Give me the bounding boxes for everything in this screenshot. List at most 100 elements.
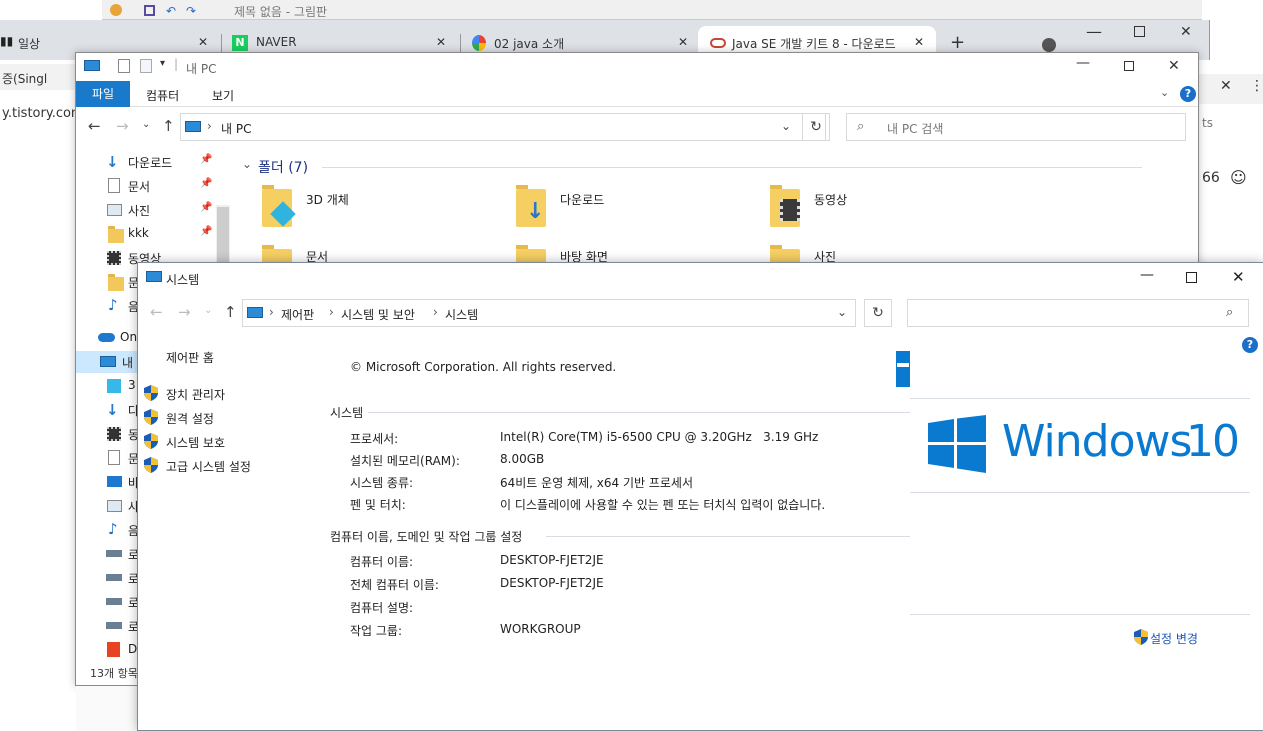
up-arrow-icon[interactable]: ↑ <box>224 303 237 321</box>
up-arrow-icon[interactable]: ↑ <box>162 117 175 135</box>
nav-item-kkk[interactable]: kkk 📌 <box>106 225 216 245</box>
copyright-text: © Microsoft Corporation. All rights rese… <box>350 360 617 374</box>
properties-icon[interactable] <box>118 59 130 73</box>
undo-icon[interactable]: ↶ <box>166 4 176 18</box>
explorer-address-bar[interactable]: › 내 PC ⌄ <box>180 113 826 141</box>
refresh-button[interactable]: ↻ <box>864 299 892 327</box>
section-header: 폴더 (7) <box>258 160 309 176</box>
drive-icon <box>106 598 122 605</box>
nav-item-downloads[interactable]: ↓ 다운로드 📌 <box>106 153 216 173</box>
forward-arrow-icon[interactable]: → <box>116 117 129 135</box>
ribbon-tab-computer[interactable]: 컴퓨터 <box>146 87 179 104</box>
quick-access-dropdown-icon[interactable]: ▾ <box>160 58 165 69</box>
edition-logo-fragment <box>896 351 910 387</box>
new-tab-button[interactable]: + <box>950 32 965 53</box>
close-icon[interactable]: ✕ <box>1232 268 1245 286</box>
background-paint-window: ↶ ↷ 제목 없음 - 그림판 <box>102 0 1202 20</box>
close-icon[interactable]: ✕ <box>1180 24 1192 40</box>
tab-search-icon[interactable] <box>1042 38 1056 52</box>
nav-scrollbar-thumb[interactable] <box>217 207 229 267</box>
maximize-icon[interactable] <box>1124 61 1134 71</box>
pictures-icon <box>107 204 122 216</box>
folder-item-downloads[interactable]: ↓ 다운로드 <box>510 183 710 231</box>
help-icon[interactable]: ? <box>1180 86 1196 102</box>
breadcrumb-system[interactable]: 시스템 <box>445 306 478 323</box>
search-icon: ⌕ <box>1226 305 1234 320</box>
computer-icon <box>100 356 116 367</box>
back-arrow-icon[interactable]: ← <box>150 303 163 321</box>
google-docs-icon <box>472 35 486 51</box>
computer-icon <box>185 121 201 132</box>
tab-close-icon[interactable]: ✕ <box>198 35 208 49</box>
sidebar-link-device-manager[interactable]: 장치 관리자 <box>144 385 314 403</box>
tab-label: NAVER <box>256 35 297 49</box>
ribbon-expand-icon[interactable]: ⌄ <box>1160 86 1169 99</box>
collapse-chevron-icon[interactable]: ⌄ <box>242 157 252 171</box>
system-search-input[interactable]: ⌕ <box>907 299 1249 327</box>
explorer-status: 13개 항목 <box>90 667 138 680</box>
recent-dropdown-icon[interactable]: ⌄ <box>142 119 150 130</box>
maximize-icon[interactable] <box>1134 26 1145 37</box>
tab-close-icon[interactable]: ✕ <box>914 35 924 49</box>
sidebar-link-advanced-settings[interactable]: 고급 시스템 설정 <box>144 457 314 475</box>
control-panel-home-link[interactable]: 제어판 홈 <box>166 349 214 366</box>
tab-favicon: ▮▮ <box>0 34 14 48</box>
folder-item-videos[interactable]: 동영상 <box>764 183 964 231</box>
breadcrumb-system-security[interactable]: 시스템 및 보안 <box>341 306 415 323</box>
nav-item-pictures[interactable]: 사진 📌 <box>106 201 216 221</box>
redo-icon[interactable]: ↷ <box>186 4 196 18</box>
minimize-icon[interactable]: — <box>1140 267 1154 283</box>
pin-icon[interactable]: 📌 <box>200 178 212 189</box>
system-info-row: 설치된 메모리(RAM): 8.00GB <box>350 452 545 468</box>
system-info-row: 프로세서: Intel(R) Core(TM) i5-6500 CPU @ 3.… <box>350 430 819 446</box>
download-arrow-icon: ↓ <box>106 153 119 171</box>
new-folder-icon[interactable] <box>140 59 152 73</box>
naver-icon: N <box>232 35 248 51</box>
system-window: 시스템 — ✕ ← → ⌄ ↑ › 제어판 › 시스템 및 보안 › 시스템 ⌄… <box>137 262 1263 731</box>
change-settings-link[interactable]: 설정 변경 <box>1134 629 1244 647</box>
nav-item-documents[interactable]: 문서 📌 <box>106 177 216 197</box>
folder-item-3d-objects[interactable]: 3D 개체 <box>256 183 456 231</box>
tab-label: 일상 <box>18 37 41 51</box>
save-icon[interactable] <box>144 5 155 16</box>
tab-close-icon[interactable]: ✕ <box>436 35 446 49</box>
minimize-icon[interactable]: — <box>1076 55 1090 71</box>
shield-icon <box>144 433 158 449</box>
search-placeholder: 내 PC 검색 <box>887 122 944 136</box>
pin-icon[interactable]: 📌 <box>200 226 212 237</box>
computer-icon <box>84 60 100 71</box>
search-icon: ⌕ <box>857 119 865 134</box>
system-address-bar[interactable]: › 제어판 › 시스템 및 보안 › 시스템 ⌄ <box>242 299 856 327</box>
bg-menu-icon[interactable]: ⋮ <box>1250 78 1263 94</box>
section-computer-header: 컴퓨터 이름, 도메인 및 작업 그룹 설정 <box>330 530 523 544</box>
tab-close-icon[interactable]: ✕ <box>678 35 688 49</box>
explorer-address-row: ← → ⌄ ↑ › 내 PC ⌄ ↻ ⌕ 내 PC 검색 <box>76 111 1198 145</box>
pin-icon[interactable]: 📌 <box>200 154 212 165</box>
windows-flag-icon <box>928 415 986 473</box>
explorer-search-input[interactable]: ⌕ 내 PC 검색 <box>846 113 1186 141</box>
system-info-row: 펜 및 터치: 이 디스플레이에 사용할 수 있는 펜 또는 터치식 입력이 없… <box>350 498 826 512</box>
bg-close-icon[interactable]: ✕ <box>1220 78 1232 94</box>
sidebar-link-remote-settings[interactable]: 원격 설정 <box>144 409 314 427</box>
help-icon[interactable]: ? <box>1242 337 1258 353</box>
maximize-icon[interactable] <box>1186 272 1197 283</box>
breadcrumb-control-panel[interactable]: 제어판 <box>281 306 314 323</box>
address-dropdown-icon[interactable]: ⌄ <box>837 305 847 319</box>
close-icon[interactable]: ✕ <box>1168 58 1180 74</box>
back-arrow-icon[interactable]: ← <box>88 117 101 135</box>
computer-info-row: 전체 컴퓨터 이름: DESKTOP-FJET2JE <box>350 576 604 592</box>
ribbon-tab-file[interactable]: 파일 <box>76 81 130 107</box>
pin-icon[interactable]: 📌 <box>200 202 212 213</box>
ribbon-tabs: 파일 컴퓨터 보기 ⌄ ? <box>76 81 1198 107</box>
minimize-icon[interactable]: — <box>1086 22 1102 41</box>
refresh-button[interactable]: ↻ <box>802 113 830 141</box>
tab-label: Java SE 개발 키트 8 - 다운로드 <box>732 37 896 51</box>
address-dropdown-icon[interactable]: ⌄ <box>781 119 791 133</box>
sidebar-link-system-protection[interactable]: 시스템 보호 <box>144 433 314 451</box>
recent-dropdown-icon[interactable]: ⌄ <box>204 305 212 316</box>
explorer-titlebar: ▾ | 내 PC — ✕ <box>76 53 1198 81</box>
ribbon-tab-view[interactable]: 보기 <box>212 87 234 104</box>
emoji-icon[interactable]: ☺ <box>1230 168 1247 187</box>
path-chevron-icon: › <box>269 305 274 319</box>
forward-arrow-icon[interactable]: → <box>178 303 191 321</box>
